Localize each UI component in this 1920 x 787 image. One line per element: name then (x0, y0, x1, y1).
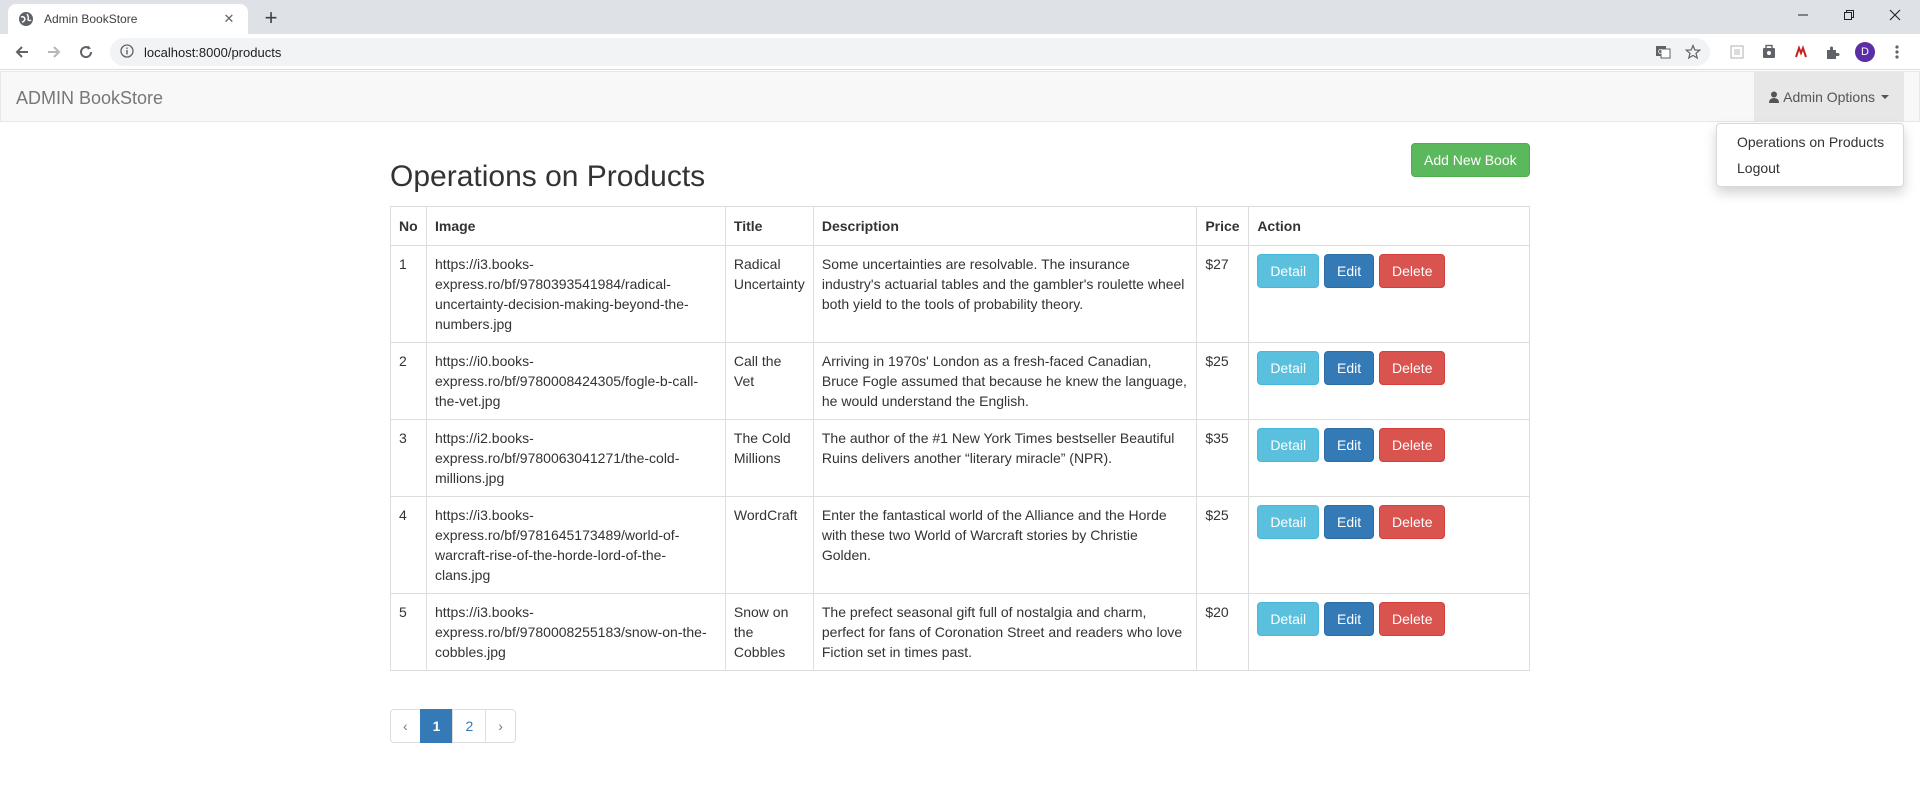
browser-tabstrip: Admin BookStore ✕ + (0, 0, 1920, 34)
browser-tab[interactable]: Admin BookStore ✕ (8, 4, 248, 34)
app-navbar: ADMIN BookStore Admin Options (0, 71, 1920, 122)
delete-button[interactable]: Delete (1379, 505, 1446, 539)
red-extension-icon[interactable] (1790, 41, 1812, 63)
tab-title: Admin BookStore (44, 12, 138, 26)
cell-no: 4 (390, 496, 427, 594)
address-bar[interactable]: localhost:8000/products G (110, 38, 1710, 66)
cell-description: The author of the #1 New York Times best… (812, 419, 1198, 497)
pagination-prev[interactable]: ‹ (390, 709, 421, 743)
cell-no: 2 (390, 342, 427, 420)
browser-toolbar: localhost:8000/products G D (0, 34, 1920, 70)
cell-actions: Detail Edit Delete (1248, 496, 1530, 594)
svg-text:G: G (1658, 49, 1663, 56)
edit-button[interactable]: Edit (1324, 254, 1375, 288)
detail-button[interactable]: Detail (1257, 351, 1320, 385)
cell-title: WordCraft (724, 496, 814, 594)
add-new-book-button[interactable]: Add New Book (1411, 143, 1530, 177)
cell-image-url: https://i2.books-express.ro/bf/978006304… (425, 419, 726, 497)
profile-avatar[interactable]: D (1854, 41, 1876, 63)
edit-button[interactable]: Edit (1324, 351, 1375, 385)
cell-actions: Detail Edit Delete (1248, 342, 1530, 420)
cell-title: Radical Uncertainty (724, 245, 814, 343)
cell-image-url: https://i3.books-express.ro/bf/978000825… (425, 593, 726, 671)
cell-price: $20 (1196, 593, 1250, 671)
cell-description: Enter the fantastical world of the Allia… (812, 496, 1198, 594)
puzzle-icon[interactable] (1822, 41, 1844, 63)
cell-image-url: https://i0.books-express.ro/bf/978000842… (425, 342, 726, 420)
admin-options-toggle[interactable]: Admin Options (1754, 72, 1904, 121)
cell-price: $25 (1196, 496, 1250, 594)
column-header: Title (724, 206, 814, 246)
delete-button[interactable]: Delete (1379, 254, 1446, 288)
pagination-page-1[interactable]: 1 (419, 709, 454, 743)
back-arrow-icon[interactable] (10, 40, 34, 64)
new-tab-button[interactable]: + (258, 6, 284, 32)
table-row: 3 https://i2.books-express.ro/bf/9780063… (390, 419, 1530, 497)
table-header-row: No Image Title Description Price Action (390, 206, 1530, 246)
restore-icon[interactable] (1826, 0, 1872, 30)
cell-actions: Detail Edit Delete (1248, 419, 1530, 497)
table-row: 1 https://i3.books-express.ro/bf/9780393… (390, 245, 1530, 343)
reload-icon[interactable] (74, 40, 98, 64)
delete-button[interactable]: Delete (1379, 428, 1446, 462)
pagination-next[interactable]: › (485, 709, 516, 743)
admin-options-label: Admin Options (1783, 88, 1875, 105)
cell-price: $27 (1196, 245, 1250, 343)
menu-dots-icon[interactable] (1886, 41, 1908, 63)
detail-button[interactable]: Detail (1257, 505, 1320, 539)
cell-no: 1 (390, 245, 427, 343)
info-icon[interactable] (120, 43, 134, 61)
close-window-icon[interactable] (1872, 0, 1918, 30)
cell-actions: Detail Edit Delete (1248, 245, 1530, 343)
cell-no: 3 (390, 419, 427, 497)
delete-button[interactable]: Delete (1379, 351, 1446, 385)
cell-description: The prefect seasonal gift full of nostal… (812, 593, 1198, 671)
bag-extension-icon[interactable] (1758, 41, 1780, 63)
cell-description: Some uncertainties are resolvable. The i… (812, 245, 1198, 343)
pagination: ‹ 1 2 › (390, 709, 516, 743)
globe-icon (18, 11, 34, 27)
caret-down-icon (1881, 94, 1889, 99)
forward-arrow-icon[interactable] (42, 40, 66, 64)
delete-button[interactable]: Delete (1379, 602, 1446, 636)
cell-description: Arriving in 1970s' London as a fresh-fac… (812, 342, 1198, 420)
column-header: Price (1196, 206, 1250, 246)
table-row: 2 https://i0.books-express.ro/bf/9780008… (390, 342, 1530, 420)
minimize-icon[interactable] (1780, 0, 1826, 30)
table-row: 5 https://i3.books-express.ro/bf/9780008… (390, 593, 1530, 671)
column-header: Description (812, 206, 1198, 246)
detail-button[interactable]: Detail (1257, 602, 1320, 636)
page-title: Operations on Products (390, 160, 706, 193)
admin-options-menu: Operations on Products Logout (1716, 123, 1904, 187)
url-text: localhost:8000/products (144, 44, 282, 60)
edit-button[interactable]: Edit (1324, 602, 1375, 636)
extension-page-icon[interactable] (1726, 41, 1748, 63)
cell-price: $35 (1196, 419, 1250, 497)
navbar-brand[interactable]: ADMIN BookStore (16, 88, 163, 109)
detail-button[interactable]: Detail (1257, 254, 1320, 288)
cell-title: The Cold Millions (724, 419, 814, 497)
menu-item-operations[interactable]: Operations on Products (1717, 129, 1903, 155)
table-row: 4 https://i3.books-express.ro/bf/9781645… (390, 496, 1530, 594)
detail-button[interactable]: Detail (1257, 428, 1320, 462)
user-icon (1769, 91, 1780, 103)
cell-no: 5 (390, 593, 427, 671)
close-icon[interactable]: ✕ (220, 11, 238, 27)
cell-price: $25 (1196, 342, 1250, 420)
pagination-page-2[interactable]: 2 (452, 709, 487, 743)
edit-button[interactable]: Edit (1324, 505, 1375, 539)
products-table: No Image Title Description Price Action … (390, 206, 1530, 671)
column-header: Action (1248, 206, 1530, 246)
star-icon[interactable] (1682, 38, 1704, 66)
cell-image-url: https://i3.books-express.ro/bf/978164517… (425, 496, 726, 594)
column-header: No (390, 206, 427, 246)
edit-button[interactable]: Edit (1324, 428, 1375, 462)
menu-item-logout[interactable]: Logout (1717, 155, 1903, 181)
cell-actions: Detail Edit Delete (1248, 593, 1530, 671)
translate-icon[interactable]: G (1652, 38, 1674, 66)
cell-image-url: https://i3.books-express.ro/bf/978039354… (425, 245, 726, 343)
cell-title: Snow on the Cobbles (724, 593, 814, 671)
cell-title: Call the Vet (724, 342, 814, 420)
column-header: Image (425, 206, 726, 246)
